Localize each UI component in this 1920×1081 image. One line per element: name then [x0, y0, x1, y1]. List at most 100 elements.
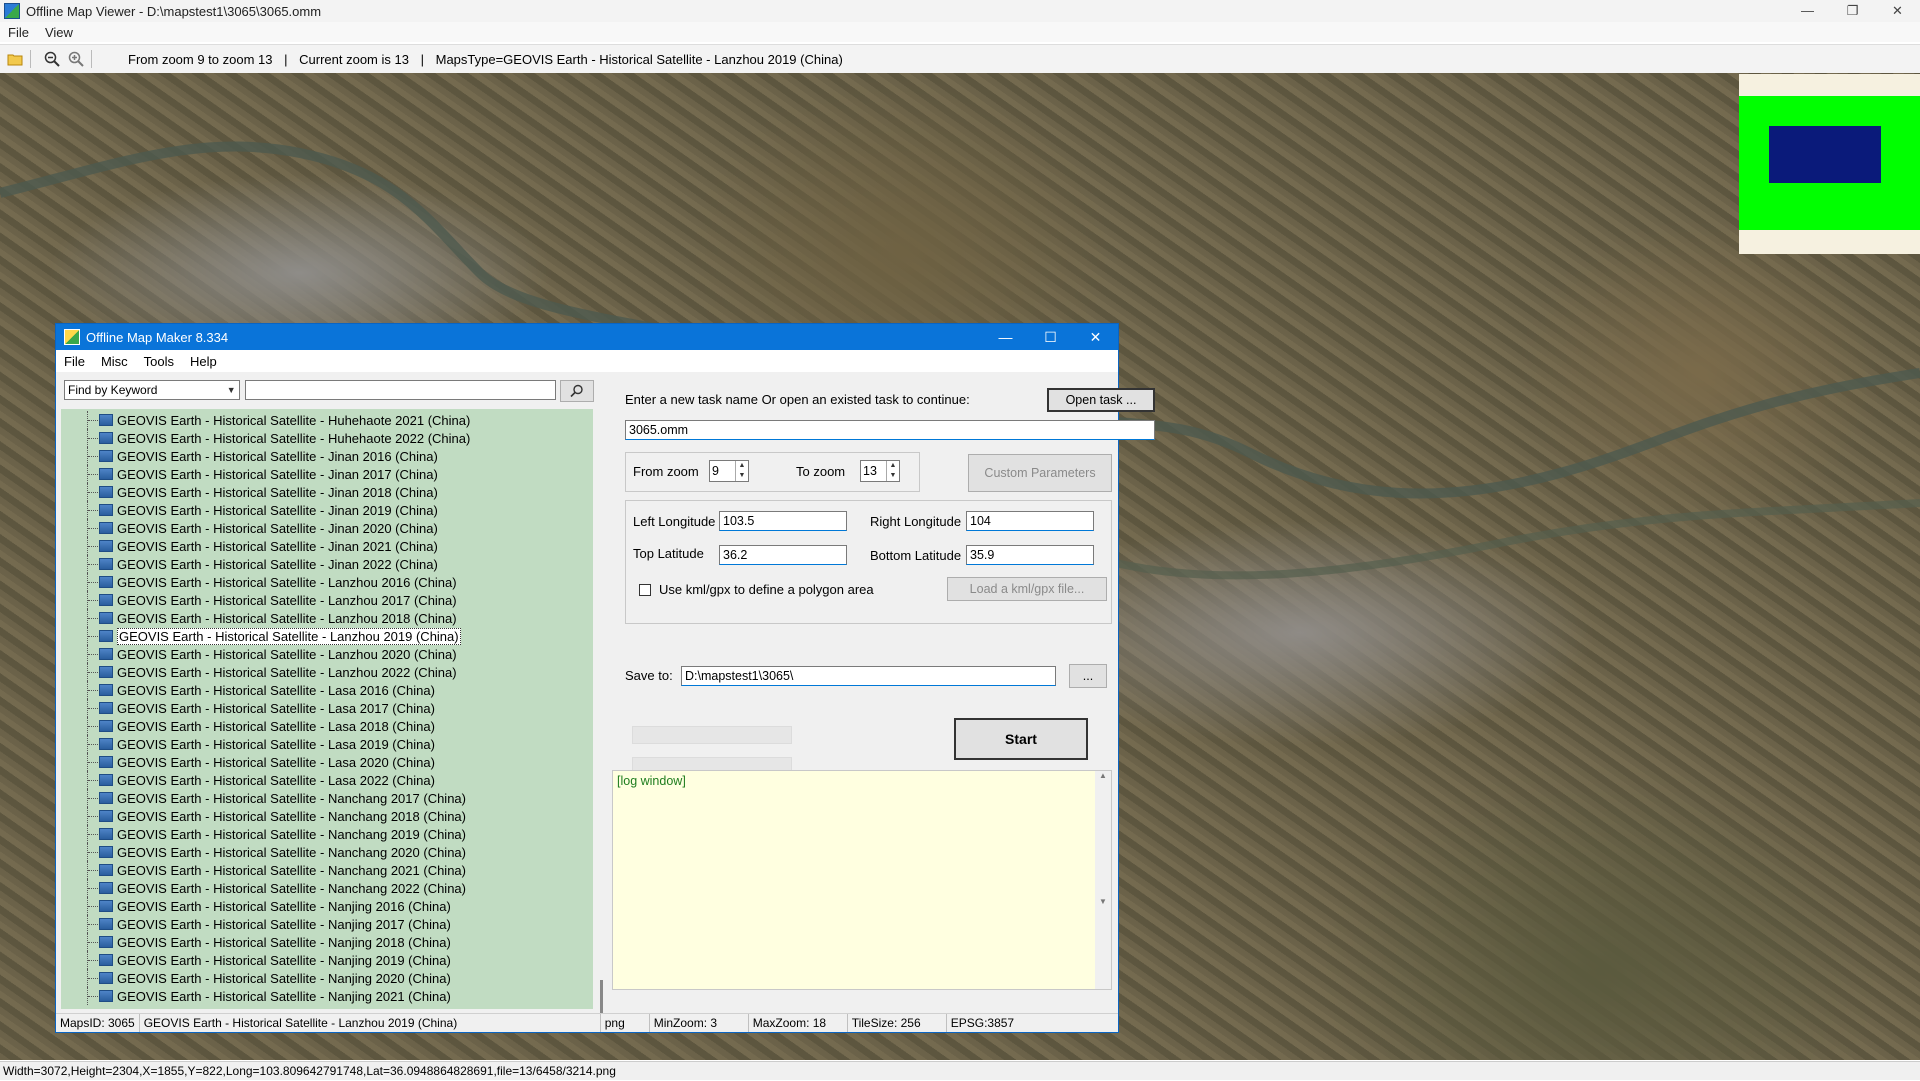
tree-item-label: GEOVIS Earth - Historical Satellite - La… — [117, 754, 435, 770]
tree-item-label: GEOVIS Earth - Historical Satellite - Na… — [117, 844, 466, 860]
tree-connector — [87, 843, 113, 861]
maps-tree[interactable]: GEOVIS Earth - Historical Satellite - Hu… — [61, 409, 593, 1009]
open-task-button[interactable]: Open task ... — [1047, 388, 1155, 412]
tree-item[interactable]: GEOVIS Earth - Historical Satellite - La… — [61, 663, 457, 681]
tree-item[interactable]: GEOVIS Earth - Historical Satellite - Ji… — [61, 537, 438, 555]
tree-item[interactable]: GEOVIS Earth - Historical Satellite - La… — [61, 681, 435, 699]
tree-item[interactable]: GEOVIS Earth - Historical Satellite - La… — [61, 591, 457, 609]
keyword-input[interactable] — [244, 380, 557, 400]
tree-connector — [87, 483, 113, 501]
load-kml-button[interactable]: Load a kml/gpx file... — [947, 577, 1107, 601]
tree-connector — [87, 411, 113, 429]
maximize-button[interactable]: ❐ — [1830, 0, 1875, 22]
tree-connector — [87, 699, 113, 717]
tree-item[interactable]: GEOVIS Earth - Historical Satellite - Na… — [61, 987, 451, 1005]
zoom-out-icon[interactable] — [43, 50, 61, 68]
browse-button[interactable]: ... — [1069, 664, 1107, 688]
tree-item[interactable]: GEOVIS Earth - Historical Satellite - Ji… — [61, 501, 438, 519]
tree-item[interactable]: GEOVIS Earth - Historical Satellite - La… — [61, 771, 435, 789]
tile-size-text: TileSize: 256 — [848, 1014, 947, 1032]
dialog-minimize-button[interactable]: — — [983, 324, 1028, 350]
zoom-in-icon[interactable] — [67, 50, 85, 68]
tree-item[interactable]: GEOVIS Earth - Historical Satellite - Ji… — [61, 519, 438, 537]
max-zoom-text: MaxZoom: 18 — [749, 1014, 848, 1032]
right-longitude-field[interactable]: 104 — [966, 511, 1094, 531]
dialog-close-button[interactable]: ✕ — [1073, 324, 1118, 350]
tree-item-label: GEOVIS Earth - Historical Satellite - Ji… — [117, 502, 438, 518]
toolbar: From zoom 9 to zoom 13 | Current zoom is… — [0, 44, 1920, 74]
tree-item[interactable]: GEOVIS Earth - Historical Satellite - Ji… — [61, 483, 438, 501]
tree-item[interactable]: GEOVIS Earth - Historical Satellite - Hu… — [61, 411, 470, 429]
chevron-down-icon: ▼ — [226, 385, 236, 395]
search-button[interactable] — [560, 380, 594, 402]
zoom-group: From zoom 9 ▲ ▼ To zoom 13 ▲ ▼ — [625, 452, 920, 492]
minimize-button[interactable]: — — [1785, 0, 1830, 22]
tree-item-label: GEOVIS Earth - Historical Satellite - La… — [117, 664, 457, 680]
tree-item-label: GEOVIS Earth - Historical Satellite - Na… — [117, 862, 466, 878]
dialog-menu-file[interactable]: File — [56, 354, 93, 369]
tree-item-label: GEOVIS Earth - Historical Satellite - Na… — [117, 790, 466, 806]
tree-item[interactable]: GEOVIS Earth - Historical Satellite - Na… — [61, 807, 466, 825]
tree-item[interactable]: GEOVIS Earth - Historical Satellite - Na… — [61, 915, 451, 933]
menu-view[interactable]: View — [37, 25, 81, 40]
dialog-menu-help[interactable]: Help — [182, 354, 225, 369]
search-mode-select[interactable]: Find by Keyword ▼ — [64, 380, 240, 400]
tree-item[interactable]: GEOVIS Earth - Historical Satellite - Na… — [61, 897, 451, 915]
tree-item[interactable]: GEOVIS Earth - Historical Satellite - Na… — [61, 843, 466, 861]
left-longitude-field[interactable]: 103.5 — [719, 511, 847, 531]
toolbar-divider — [30, 50, 31, 68]
dialog-maximize-button[interactable]: ☐ — [1028, 324, 1073, 350]
tree-item-label: GEOVIS Earth - Historical Satellite - La… — [117, 610, 457, 626]
dialog-menu-misc[interactable]: Misc — [93, 354, 136, 369]
tree-item[interactable]: GEOVIS Earth - Historical Satellite - La… — [61, 717, 435, 735]
tree-item[interactable]: GEOVIS Earth - Historical Satellite - Na… — [61, 825, 466, 843]
tree-item[interactable]: GEOVIS Earth - Historical Satellite - La… — [61, 735, 435, 753]
to-zoom-stepper[interactable]: 13 ▲ ▼ — [860, 460, 900, 482]
maps-list-pane: Find by Keyword ▼ GEOVIS Earth - Histori… — [56, 372, 603, 1024]
stepper-arrows-icon[interactable]: ▲ ▼ — [886, 461, 899, 481]
tree-item[interactable]: GEOVIS Earth - Historical Satellite - La… — [61, 753, 435, 771]
bottom-latitude-field[interactable]: 35.9 — [966, 545, 1094, 565]
search-row: Find by Keyword ▼ — [64, 380, 594, 402]
tree-connector — [87, 537, 113, 555]
tree-item[interactable]: GEOVIS Earth - Historical Satellite - Na… — [61, 969, 451, 987]
tree-item[interactable]: GEOVIS Earth - Historical Satellite - Ji… — [61, 465, 438, 483]
tree-item[interactable]: GEOVIS Earth - Historical Satellite - Na… — [61, 879, 466, 897]
menu-file[interactable]: File — [0, 25, 37, 40]
tree-item[interactable]: GEOVIS Earth - Historical Satellite - La… — [61, 627, 461, 645]
tree-item[interactable]: GEOVIS Earth - Historical Satellite - Na… — [61, 789, 466, 807]
tree-connector — [87, 663, 113, 681]
tree-connector — [87, 969, 113, 987]
overview-minimap[interactable] — [1739, 74, 1920, 254]
maps-type-text: MapsType=GEOVIS Earth - Historical Satel… — [435, 51, 843, 67]
tree-item[interactable]: GEOVIS Earth - Historical Satellite - Na… — [61, 861, 466, 879]
top-latitude-field[interactable]: 36.2 — [719, 545, 847, 565]
custom-parameters-button[interactable]: Custom Parameters — [968, 454, 1112, 492]
tree-item[interactable]: GEOVIS Earth - Historical Satellite - Na… — [61, 933, 451, 951]
save-to-field[interactable]: D:\mapstest1\3065\ — [681, 666, 1056, 686]
kml-polygon-checkbox[interactable] — [639, 584, 651, 596]
offline-map-maker-dialog: Offline Map Maker 8.334 — ☐ ✕ File Misc … — [55, 323, 1155, 1033]
tree-item[interactable]: GEOVIS Earth - Historical Satellite - La… — [61, 699, 435, 717]
tree-connector — [87, 429, 113, 447]
tree-item-label: GEOVIS Earth - Historical Satellite - La… — [117, 736, 435, 752]
tree-item[interactable]: GEOVIS Earth - Historical Satellite - Hu… — [61, 429, 470, 447]
tree-item[interactable]: GEOVIS Earth - Historical Satellite - La… — [61, 573, 457, 591]
tree-connector — [87, 555, 113, 573]
log-scrollbar[interactable]: ▲ ▼ — [1095, 771, 1111, 989]
start-button[interactable]: Start — [954, 718, 1088, 760]
tree-item[interactable]: GEOVIS Earth - Historical Satellite - La… — [61, 645, 457, 663]
tree-item[interactable]: GEOVIS Earth - Historical Satellite - Ji… — [61, 555, 438, 573]
stepper-arrows-icon[interactable]: ▲ ▼ — [735, 461, 748, 481]
log-window[interactable]: [log window] ▲ ▼ — [612, 770, 1112, 990]
tree-item[interactable]: GEOVIS Earth - Historical Satellite - La… — [61, 609, 457, 627]
tree-item[interactable]: GEOVIS Earth - Historical Satellite - Na… — [61, 951, 451, 969]
from-zoom-stepper[interactable]: 9 ▲ ▼ — [709, 460, 749, 482]
dialog-menu-tools[interactable]: Tools — [136, 354, 182, 369]
tree-item[interactable]: GEOVIS Earth - Historical Satellite - Ji… — [61, 447, 438, 465]
open-folder-icon[interactable] — [6, 50, 24, 68]
close-button[interactable]: ✕ — [1875, 0, 1920, 22]
minimap-viewport[interactable] — [1769, 126, 1881, 183]
task-name-field[interactable]: 3065.omm — [625, 420, 1155, 440]
tree-connector — [87, 573, 113, 591]
